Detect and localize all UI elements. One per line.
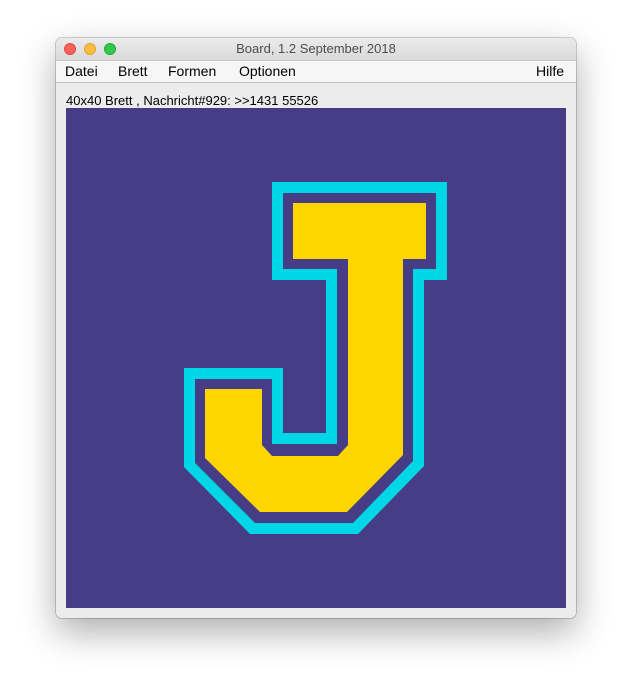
window-title: Board, 1.2 September 2018 xyxy=(236,41,396,56)
board-svg xyxy=(66,108,566,608)
menu-datei[interactable]: Datei xyxy=(65,63,98,79)
menu-formen[interactable]: Formen xyxy=(168,63,216,79)
menu-brett[interactable]: Brett xyxy=(118,63,148,79)
title-bar[interactable]: Board, 1.2 September 2018 xyxy=(56,38,576,61)
menu-optionen[interactable]: Optionen xyxy=(239,63,296,79)
board-canvas[interactable] xyxy=(66,108,566,608)
app-window: Board, 1.2 September 2018 Datei Brett Fo… xyxy=(56,38,576,618)
menu-bar: Datei Brett Formen Optionen Hilfe xyxy=(56,61,576,83)
status-label: 40x40 Brett , Nachricht#929: >>1431 5552… xyxy=(66,93,319,108)
menu-hilfe[interactable]: Hilfe xyxy=(536,63,564,79)
